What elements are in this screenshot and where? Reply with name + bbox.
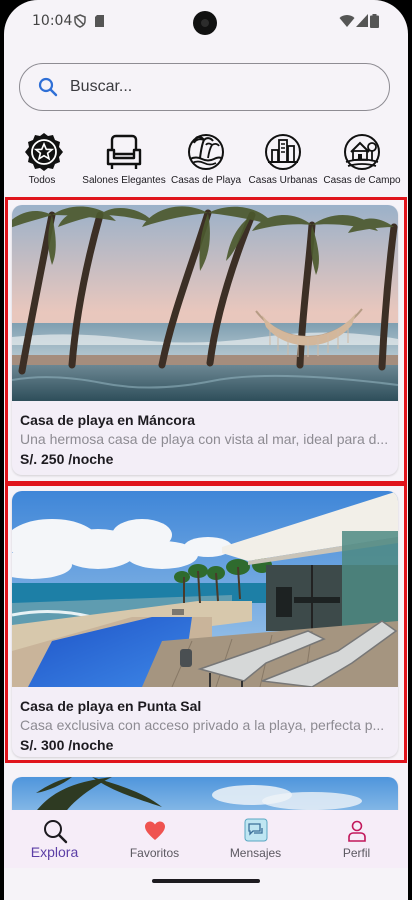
listing-photo[interactable] [12, 491, 398, 687]
listing-card-punta-sal[interactable]: Casa de playa en Punta Sal Casa exclusiv… [12, 491, 398, 757]
listing-description: Una hermosa casa de playa con vista al m… [20, 431, 389, 447]
category-bar: Todos Salones Elegantes Casas de Playa C… [4, 132, 408, 194]
search-icon [43, 820, 67, 844]
category-campo[interactable]: Casas de Campo [323, 132, 401, 186]
nav-mensajes[interactable]: Mensajes [205, 810, 306, 868]
category-label: Casas Urbanas [248, 175, 318, 186]
nav-label: Explora [30, 844, 79, 860]
category-playa[interactable]: Casas de Playa [170, 132, 242, 186]
farmhouse-icon [344, 134, 380, 170]
search-bar[interactable]: Buscar... [19, 63, 390, 111]
nav-perfil[interactable]: Perfil [306, 810, 407, 868]
nav-label: Favoritos [129, 846, 180, 860]
search-input[interactable]: Buscar... [70, 78, 132, 96]
city-buildings-icon [265, 134, 301, 170]
gesture-area [4, 868, 408, 900]
category-todos[interactable]: Todos [24, 132, 63, 186]
app-screen: 10:04 Buscar... Todos Salones Elegantes … [4, 0, 408, 900]
palm-beach-icon [188, 134, 224, 170]
camera-cutout [193, 11, 217, 35]
gesture-handle[interactable] [152, 879, 260, 883]
battery-icon [370, 14, 379, 28]
status-bar: 10:04 [4, 0, 408, 44]
star-badge-icon [25, 133, 63, 171]
listing-price: S/. 250 /noche [20, 451, 114, 467]
bottom-navigation: Explora Favoritos Mensajes Perfil [4, 810, 408, 868]
listing-price: S/. 300 /noche [20, 737, 114, 753]
nav-explora[interactable]: Explora [4, 810, 105, 868]
shield-icon [74, 14, 86, 28]
category-label: Todos [28, 175, 56, 186]
status-time: 10:04 [32, 13, 73, 29]
chat-icon [244, 818, 267, 842]
listing-photo[interactable] [12, 205, 398, 401]
listing-title: Casa de playa en Punta Sal [20, 698, 202, 714]
person-icon [347, 820, 366, 842]
listing-title: Casa de playa en Máncora [20, 412, 196, 428]
category-label: Casas de Campo [323, 175, 401, 186]
search-icon [38, 77, 58, 97]
listing-description: Casa exclusiva con acceso privado a la p… [20, 717, 385, 733]
nav-favoritos[interactable]: Favoritos [104, 810, 205, 868]
nav-label: Mensajes [229, 846, 282, 860]
wifi-icon [339, 15, 355, 27]
signal-icon [356, 14, 368, 27]
category-salones[interactable]: Salones Elegantes [80, 132, 168, 186]
category-label: Casas de Playa [170, 175, 242, 186]
category-urbanas[interactable]: Casas Urbanas [247, 132, 319, 186]
sim-card-icon [95, 15, 104, 27]
listing-card-mancora[interactable]: Casa de playa en Máncora Una hermosa cas… [12, 205, 398, 475]
heart-icon [144, 821, 165, 840]
nav-label: Perfil [342, 846, 371, 860]
category-label: Salones Elegantes [82, 175, 166, 186]
armchair-icon [106, 134, 142, 169]
